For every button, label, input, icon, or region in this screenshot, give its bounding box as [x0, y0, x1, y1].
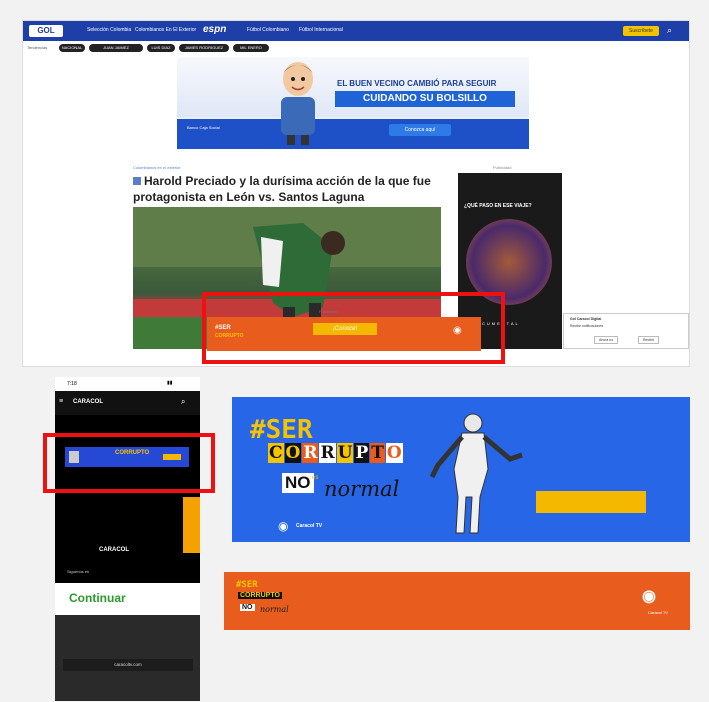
ad-cta-button[interactable]: Conozca aquí: [389, 124, 451, 136]
ransom-letter: P: [354, 443, 370, 463]
battery-icon: ▮▮: [167, 380, 173, 386]
espn-logo[interactable]: espn: [203, 24, 226, 35]
campaign-poster: #SER CORRUPTO NO es normal ◉ Caracol TV: [232, 397, 690, 542]
phone-url-bar[interactable]: caracoltv.com: [63, 659, 193, 671]
ransom-letter: U: [336, 443, 354, 463]
phone-time: 7:18: [67, 381, 77, 387]
ad-footer: [177, 119, 529, 149]
headline-text: Harold Preciado y la durísima acción de …: [133, 174, 431, 204]
banner-normal: normal: [260, 605, 289, 614]
highlight-frame-desktop: [202, 292, 505, 364]
tag-chip[interactable]: JAMES RODRIGUEZ: [179, 44, 229, 52]
poster-no: NO: [282, 473, 314, 493]
banner-no: NO: [240, 604, 255, 611]
tendencias-label: Tendencias: [27, 45, 48, 50]
cartoon-character-image: [281, 62, 315, 145]
phone-side-tab[interactable]: [183, 497, 200, 553]
phone-logo[interactable]: CARACOL: [73, 399, 103, 405]
continue-link[interactable]: Continuar: [69, 591, 126, 605]
banner-ad[interactable]: EL BUEN VECINO CAMBIÓ PARA SEGUIR CUIDAN…: [177, 57, 529, 149]
article-headline[interactable]: Harold Preciado y la durísima acción de …: [133, 173, 433, 205]
phone-status-bar: 7:18 ▮▮: [55, 377, 200, 391]
highlight-frame-mobile: [43, 433, 215, 493]
phone-social-row: Siguenos en: [67, 569, 90, 574]
caracol-eye-icon: ◉: [278, 519, 289, 533]
nav-item-exterior[interactable]: Colombianos En El Exterior: [135, 27, 196, 33]
poster-normal: normal: [324, 477, 400, 501]
search-icon[interactable]: ⌕: [181, 397, 185, 407]
caracol-eye-icon: ◉: [642, 588, 656, 605]
mobile-screenshot: 7:18 ▮▮ ≡ CARACOL ⌕ CORRUPTO CARACOL Sig…: [55, 377, 200, 701]
search-icon[interactable]: ⌕: [667, 25, 672, 36]
poster-es: es: [312, 475, 319, 481]
bank-logo: Banco Caja Social: [187, 125, 220, 130]
breadcrumb[interactable]: Colombianos en el exterior: [133, 165, 181, 170]
ad-headline: EL BUEN VECINO CAMBIÓ PARA SEGUIR: [337, 79, 497, 88]
ransom-letter: C: [268, 443, 284, 463]
orange-banner: #SER CORRUPTO NO normal ◉ Caracol TV: [224, 572, 690, 630]
side-ad-title: ¿QUÉ PASO EN ESE VIAJE?: [464, 203, 532, 209]
notification-no-button[interactable]: Ahora no: [594, 336, 619, 344]
banner-hashtag: #SER: [236, 580, 258, 590]
tag-chip[interactable]: JUAN JAIMEZ: [89, 44, 143, 52]
site-logo[interactable]: GOL: [29, 25, 63, 37]
nav-item-futbol-internacional[interactable]: Fútbol Internacional: [299, 27, 343, 33]
poster-yellow-button[interactable]: [536, 491, 646, 513]
ransom-letter: R: [302, 443, 319, 463]
notification-title: Gol Caracol Digital: [570, 317, 602, 321]
banner-corrupto: CORRUPTO: [238, 592, 282, 599]
nav-item-seleccion[interactable]: Selección Colombia: [87, 27, 131, 33]
tag-chip[interactable]: NACIONAL: [59, 44, 85, 52]
notification-yes-button[interactable]: Recibir: [638, 336, 659, 344]
nav-item-futbol-colombiano[interactable]: Fútbol Colombiano: [247, 27, 289, 33]
poster-canal: Caracol TV: [296, 523, 323, 529]
tag-chip[interactable]: MIL ENERO: [233, 44, 269, 52]
david-statue-image: [429, 413, 523, 534]
ransom-letter: O: [284, 443, 302, 463]
banner-canal: Caracol TV: [648, 610, 668, 615]
tag-chip[interactable]: LUIS DIAZ: [147, 44, 175, 52]
continue-area[interactable]: Continuar: [55, 583, 200, 615]
poster-hashtag: #SER: [250, 415, 313, 445]
publicidad-label: Publicidad: [493, 165, 512, 170]
poster-corrupto: CORRUPTO: [268, 443, 404, 463]
ransom-letter: T: [370, 443, 385, 463]
ransom-letter: O: [385, 443, 403, 463]
ransom-letter: R: [319, 443, 336, 463]
tags-row: Tendencias NACIONAL JUAN JAIMEZ LUIS DIA…: [23, 43, 689, 53]
phone-header: ≡ CARACOL ⌕: [55, 391, 200, 415]
ad-headline-highlight: CUIDANDO SU BOLSILLO: [335, 91, 515, 107]
subscribe-button[interactable]: Suscríbete: [623, 26, 659, 36]
square-icon: [133, 177, 141, 185]
top-nav: GOL Selección Colombia Colombianos En El…: [23, 21, 689, 41]
menu-icon[interactable]: ≡: [59, 398, 63, 405]
notification-body: Recibe notificaciones: [570, 324, 604, 328]
phone-bottom: caracoltv.com: [55, 615, 200, 701]
phone-footer-logo: CARACOL: [99, 547, 129, 553]
notification-popup[interactable]: Gol Caracol Digital Recibe notificacione…: [563, 313, 689, 349]
